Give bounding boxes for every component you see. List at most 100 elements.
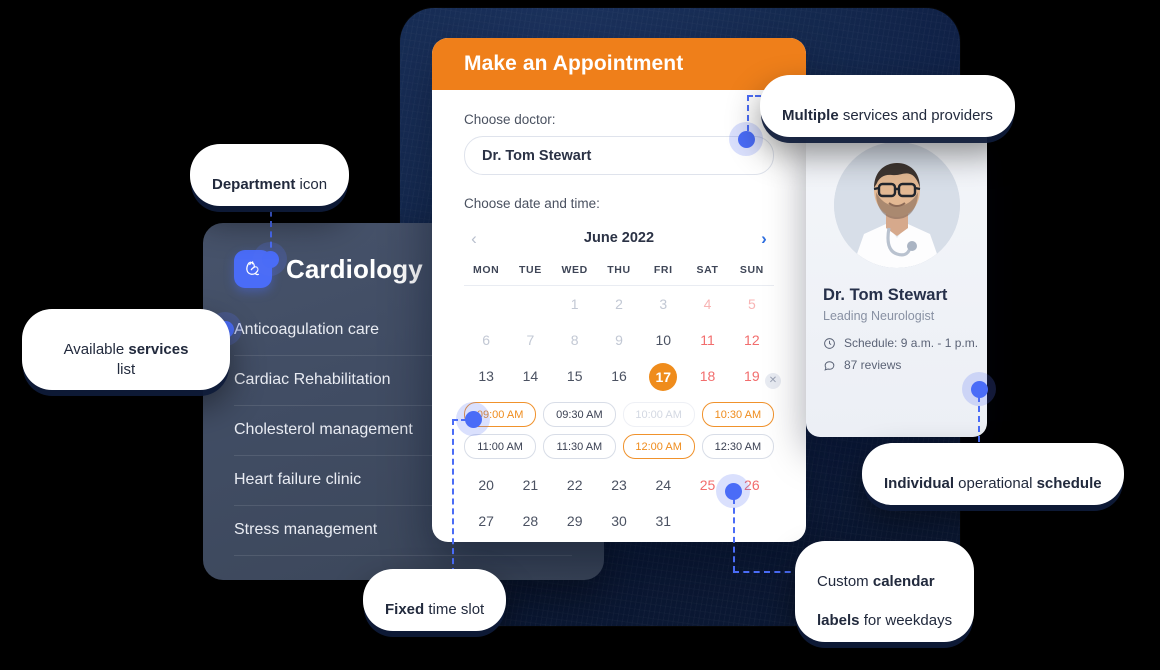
- callout-department-strong: Department: [212, 175, 296, 193]
- anchor-dot-doctor-select[interactable]: [729, 122, 763, 156]
- callout-callabels-a: Custom: [817, 572, 873, 590]
- calendar-day[interactable]: 16: [597, 358, 641, 396]
- callout-callabels-d: labels: [817, 612, 860, 630]
- time-slot[interactable]: 09:30 AM: [543, 402, 616, 427]
- weekday-label: MON: [472, 264, 500, 276]
- calendar-day[interactable]: 8: [553, 322, 597, 358]
- connector-calendar-labels-v: [733, 498, 735, 572]
- doctor-select[interactable]: Dr. Tom Stewart: [464, 136, 774, 175]
- department-title: Cardiology: [286, 253, 423, 284]
- time-slot[interactable]: 11:00 AM: [464, 434, 537, 459]
- callout-multiple-strong: Multiple: [782, 106, 839, 124]
- time-slot[interactable]: 12:30 AM: [701, 434, 774, 459]
- time-slot: 10:00 AM: [622, 402, 695, 427]
- anchor-dot-department-icon[interactable]: [253, 242, 287, 276]
- calendar-day[interactable]: 1: [553, 286, 597, 322]
- calendar-day[interactable]: 7: [508, 322, 552, 358]
- time-slot[interactable]: 11:30 AM: [543, 434, 616, 459]
- doctor-role: Leading Neurologist: [823, 309, 935, 323]
- callout-callabels-e: for weekdays: [859, 612, 953, 630]
- doctor-schedule-text: Schedule: 9 a.m. - 1 p.m.: [844, 336, 979, 350]
- choose-doctor-label: Choose doctor:: [464, 112, 556, 127]
- calendar-day[interactable]: 12: [730, 322, 774, 358]
- calendar-day[interactable]: 14: [508, 358, 552, 396]
- callout-individual-c: schedule: [1036, 474, 1102, 492]
- doctor-select-value: Dr. Tom Stewart: [482, 147, 592, 164]
- calendar-day[interactable]: 2: [597, 286, 641, 322]
- calendar-day[interactable]: 15: [553, 358, 597, 396]
- anchor-dot-time-slot[interactable]: [456, 402, 490, 436]
- weekday-label: WED: [561, 264, 588, 276]
- calendar-day[interactable]: 24: [641, 467, 685, 503]
- choose-datetime-label: Choose date and time:: [464, 196, 600, 211]
- doctor-card: Dr. Tom Stewart Leading Neurologist Sche…: [806, 124, 987, 437]
- weekday-label: SAT: [696, 264, 719, 276]
- callout-services-b: services: [128, 340, 189, 358]
- callout-calendar-labels: Custom calendar labels for weekdays: [795, 541, 975, 643]
- scene-root: Cardiology Anticoagulation care Cardiac …: [0, 0, 1160, 670]
- calendar-day[interactable]: 6: [464, 322, 508, 358]
- calendar-day[interactable]: 5: [730, 286, 774, 322]
- time-slot-grid: ✕ 09:00 AM 09:30 AM 10:00 AM 10:30 AM 11:00 …: [464, 373, 781, 459]
- calendar-day[interactable]: 21: [508, 467, 552, 503]
- callout-department-rest: icon: [295, 175, 328, 193]
- clock-icon: [824, 337, 835, 349]
- calendar-day[interactable]: 10: [641, 322, 685, 358]
- appointment-body: Choose doctor: Dr. Tom Stewart Choose da…: [432, 90, 806, 539]
- calendar-day[interactable]: 4: [685, 286, 729, 322]
- doctor-meta: Schedule: 9 a.m. - 1 p.m. 87 reviews: [806, 323, 987, 372]
- calendar: ‹ June 2022 › MON TUE WED THU FRI SAT SU…: [464, 225, 774, 396]
- callout-services-a: Available: [63, 340, 129, 358]
- calendar-day[interactable]: 9: [597, 322, 641, 358]
- callout-fixed-strong: Fixed: [385, 600, 425, 618]
- callout-fixed-slot: Fixed time slot: [363, 569, 507, 631]
- chevron-left-icon[interactable]: ‹: [464, 230, 484, 247]
- calendar-day[interactable]: 11: [685, 322, 729, 358]
- calendar-weekday-row: MON TUE WED THU FRI SAT SUN: [464, 251, 774, 286]
- doctor-name: Dr. Tom Stewart: [823, 286, 948, 304]
- weekday-label: FRI: [653, 264, 673, 276]
- connector-fixed-slot-v: [452, 419, 454, 574]
- anchor-dot-doctor-schedule[interactable]: [962, 372, 996, 406]
- doctor-reviews-row: 87 reviews: [823, 358, 987, 372]
- calendar-day[interactable]: 31: [641, 503, 685, 539]
- doctor-reviews-text: 87 reviews: [844, 358, 902, 372]
- time-slot[interactable]: 10:30 AM: [701, 402, 774, 427]
- calendar-day[interactable]: 13: [464, 358, 508, 396]
- calendar-month-label: June 2022: [583, 230, 655, 246]
- calendar-day[interactable]: 28: [508, 503, 552, 539]
- calendar-day[interactable]: 22: [553, 467, 597, 503]
- calendar-days-top: 1 2 3 4 5 6 7 8 9 10 11 12 13 14 15 16 17 18 19: [464, 286, 774, 396]
- calendar-day[interactable]: 27: [464, 503, 508, 539]
- doctor-avatar: [833, 142, 960, 268]
- connector-calendar-labels-h: [733, 571, 801, 573]
- callout-callabels-b: calendar: [872, 572, 935, 590]
- chevron-right-icon[interactable]: ›: [754, 230, 774, 247]
- time-slot[interactable]: 12:00 AM: [622, 434, 695, 459]
- callout-services-c: list: [116, 360, 136, 378]
- calendar-day[interactable]: 18: [685, 358, 729, 396]
- callout-individual-schedule: Individual operational schedule: [862, 443, 1124, 505]
- callout-fixed-rest: time slot: [424, 600, 485, 618]
- calendar-nav: ‹ June 2022 ›: [464, 225, 774, 251]
- weekday-label: THU: [607, 264, 631, 276]
- doctor-schedule-row: Schedule: 9 a.m. - 1 p.m.: [823, 336, 987, 350]
- calendar-day[interactable]: 30: [597, 503, 641, 539]
- calendar-day[interactable]: 23: [597, 467, 641, 503]
- callout-individual-a: Individual: [884, 474, 955, 492]
- weekday-label: TUE: [519, 264, 542, 276]
- weekday-label: SUN: [739, 264, 764, 276]
- calendar-day[interactable]: 20: [464, 467, 508, 503]
- callout-department-icon: Department icon: [190, 144, 350, 206]
- anchor-dot-calendar-labels[interactable]: [716, 474, 750, 508]
- callout-multiple-rest: services and providers: [838, 106, 993, 124]
- close-icon[interactable]: ✕: [765, 373, 781, 389]
- callout-multiple-services: Multiple services and providers: [760, 75, 1015, 137]
- calendar-day[interactable]: 29: [553, 503, 597, 539]
- callout-services-list: Available services list: [22, 309, 230, 391]
- calendar-day-selected[interactable]: 17: [641, 358, 685, 396]
- callout-individual-b: operational: [954, 474, 1037, 492]
- comment-icon: [824, 360, 835, 371]
- appointment-title: Make an Appointment: [432, 38, 806, 90]
- calendar-day[interactable]: 3: [641, 286, 685, 322]
